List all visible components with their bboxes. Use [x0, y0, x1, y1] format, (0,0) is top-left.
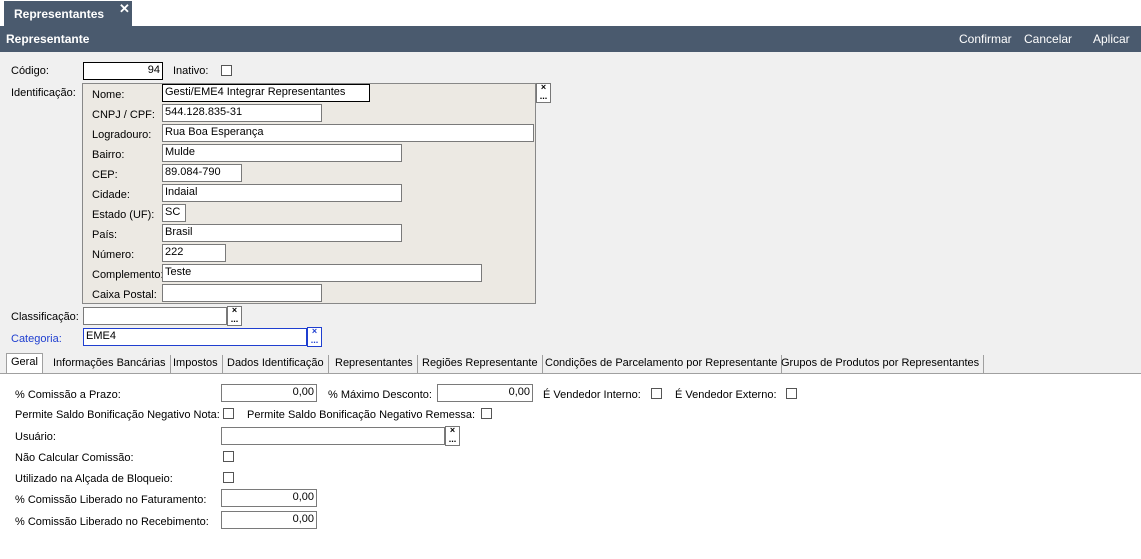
cnpj-label: CNPJ / CPF: — [92, 109, 155, 121]
comissao-prazo-input[interactable]: 0,00 — [221, 384, 317, 402]
inativo-label: Inativo: — [173, 65, 209, 77]
saldo-remessa-label: Permite Saldo Bonificação Negativo Remes… — [247, 409, 476, 421]
cep-input[interactable]: 89.084-790 — [162, 164, 242, 182]
browse-icon: ... — [448, 434, 457, 444]
form-title: Representante — [6, 32, 90, 46]
caixa-postal-label: Caixa Postal: — [92, 289, 157, 301]
numero-label: Número: — [92, 249, 135, 261]
liberado-recebimento-input[interactable]: 0,00 — [221, 511, 317, 529]
close-icon[interactable]: ✕ — [119, 1, 130, 17]
tab-impostos[interactable]: Impostos — [169, 355, 223, 373]
pais-label: País: — [92, 229, 118, 241]
usuario-lookup-button[interactable]: × ... — [445, 425, 460, 446]
saldo-remessa-checkbox[interactable] — [481, 408, 492, 419]
alcada-bloqueio-label: Utilizado na Alçada de Bloqueio: — [15, 473, 173, 485]
cep-label: CEP: — [92, 169, 118, 181]
vendedor-externo-checkbox[interactable] — [786, 388, 797, 399]
codigo-input[interactable]: 94 — [83, 62, 163, 80]
liberado-faturamento-label: % Comissão Liberado no Faturamento: — [15, 494, 207, 506]
tab-condicoes-parcelamento[interactable]: Condições de Parcelamento por Representa… — [541, 355, 783, 373]
bairro-label: Bairro: — [92, 149, 125, 161]
max-desconto-label: % Máximo Desconto: — [328, 389, 432, 401]
tab-informacoes-bancarias[interactable]: Informações Bancárias — [49, 355, 171, 373]
logradouro-label: Logradouro: — [92, 129, 152, 141]
categoria-label: Categoria: — [11, 333, 62, 345]
logradouro-input[interactable]: Rua Boa Esperança — [162, 124, 534, 142]
classificacao-input[interactable] — [83, 307, 227, 325]
nome-input[interactable]: Gesti/EME4 Integrar Representantes — [162, 84, 370, 102]
usuario-label: Usuário: — [15, 431, 56, 443]
apply-button[interactable]: Aplicar — [1093, 32, 1130, 46]
categoria-lookup-button[interactable]: × ... — [307, 326, 322, 347]
classificacao-lookup-button[interactable]: × ... — [227, 305, 242, 326]
bairro-input[interactable]: Mulde — [162, 144, 402, 162]
document-tab-representantes[interactable]: Representantes ✕ — [4, 1, 132, 26]
nao-calcular-comissao-checkbox[interactable] — [223, 451, 234, 462]
tab-dados-identificacao[interactable]: Dados Identificação — [223, 355, 329, 373]
detail-tabs: Geral Informações Bancárias Impostos Dad… — [0, 353, 1141, 374]
vendedor-interno-label: É Vendedor Interno: — [543, 389, 641, 401]
browse-icon: ... — [310, 335, 319, 345]
cidade-label: Cidade: — [92, 189, 130, 201]
cnpj-input[interactable]: 544.128.835-31 — [162, 104, 322, 122]
nome-label: Nome: — [92, 89, 125, 101]
saldo-nota-label: Permite Saldo Bonificação Negativo Nota: — [15, 409, 220, 421]
max-desconto-input[interactable]: 0,00 — [437, 384, 533, 402]
tab-regioes-representante[interactable]: Regiões Representante — [418, 355, 543, 373]
cidade-input[interactable]: Indaial — [162, 184, 402, 202]
document-tab-title: Representantes — [14, 7, 105, 21]
alcada-bloqueio-checkbox[interactable] — [223, 472, 234, 483]
categoria-input[interactable]: EME4 — [83, 328, 307, 346]
cancel-button[interactable]: Cancelar — [1024, 32, 1072, 46]
numero-input[interactable]: 222 — [162, 244, 226, 262]
confirm-button[interactable]: Confirmar — [959, 32, 1012, 46]
identificacao-lookup-button[interactable]: × ... — [536, 82, 551, 103]
estado-label: Estado (UF): — [92, 209, 155, 221]
tab-representantes[interactable]: Representantes — [331, 355, 418, 373]
comissao-prazo-label: % Comissão a Prazo: — [15, 389, 121, 401]
liberado-recebimento-label: % Comissão Liberado no Recebimento: — [15, 516, 209, 528]
complemento-input[interactable]: Teste — [162, 264, 482, 282]
complemento-label: Complemento: — [92, 269, 164, 281]
caixa-postal-input[interactable] — [162, 284, 322, 302]
document-tab-strip — [0, 0, 1141, 26]
liberado-faturamento-input[interactable]: 0,00 — [221, 489, 317, 507]
identificacao-label: Identificação: — [11, 87, 76, 99]
inativo-checkbox[interactable] — [221, 65, 232, 76]
saldo-nota-checkbox[interactable] — [223, 408, 234, 419]
codigo-label: Código: — [11, 65, 49, 77]
form-header: Representante Confirmar Cancelar Aplicar — [0, 26, 1141, 52]
classificacao-label: Classificação: — [11, 311, 79, 323]
browse-icon: ... — [230, 314, 239, 324]
vendedor-externo-label: É Vendedor Externo: — [675, 389, 777, 401]
browse-icon: ... — [539, 91, 548, 101]
estado-input[interactable]: SC — [162, 204, 186, 222]
tab-grupos-produtos[interactable]: Grupos de Produtos por Representantes — [777, 355, 985, 373]
vendedor-interno-checkbox[interactable] — [651, 388, 662, 399]
usuario-input[interactable] — [221, 427, 445, 445]
pais-input[interactable]: Brasil — [162, 224, 402, 242]
tab-geral[interactable]: Geral — [6, 353, 43, 374]
nao-calcular-comissao-label: Não Calcular Comissão: — [15, 452, 134, 464]
